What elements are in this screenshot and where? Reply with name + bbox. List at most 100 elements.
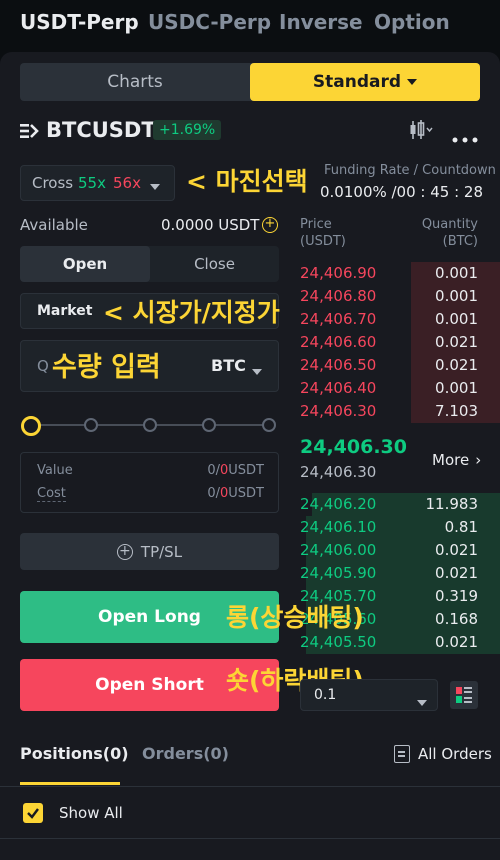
chevron-right-icon: › — [475, 451, 482, 469]
ask-qty: 0.001 — [435, 287, 478, 305]
bid-row[interactable]: 24,406.00 0.021 — [300, 539, 500, 562]
short-leverage: 56x — [113, 174, 141, 192]
bid-price: 24,406.00 — [300, 541, 377, 559]
close-tab[interactable]: Close — [150, 246, 279, 282]
long-leverage: 55x — [78, 174, 106, 192]
standard-tab-label: Standard — [312, 72, 402, 92]
ask-price: 24,406.60 — [300, 333, 377, 351]
bid-row[interactable]: 24,405.50 0.021 — [300, 631, 500, 654]
value-label: Value — [37, 463, 73, 478]
unit-chevron-down-icon — [252, 361, 262, 380]
caret-down-icon — [407, 79, 418, 85]
ask-price: 24,406.90 — [300, 264, 377, 282]
ask-row[interactable]: 24,406.50 0.021 — [300, 354, 500, 377]
orders-tab[interactable]: Orders(0) — [142, 744, 229, 763]
bid-qty: 0.021 — [435, 633, 478, 651]
open-close-toggle: Open Close — [20, 246, 279, 282]
candlestick-settings-icon[interactable] — [409, 119, 433, 141]
more-label: More — [432, 451, 470, 469]
add-funds-icon[interactable]: + — [262, 217, 278, 233]
ask-price: 24,406.30 — [300, 402, 377, 420]
last-price: 24,406.30 — [300, 436, 407, 458]
mark-price: 24,406.30 — [300, 463, 377, 481]
price-header-line2: (USDT) — [300, 234, 346, 249]
bid-qty: 11.983 — [425, 495, 479, 513]
open-tab-label: Open — [62, 255, 108, 273]
market-nav: USDT-Perp USDC-Perp Inverse Option — [0, 0, 500, 48]
slider-step-100[interactable] — [262, 418, 276, 432]
annotation-quantity: 수량 입력 — [52, 352, 161, 383]
funding-rate-value: 0.0100% /00 : 45 : 28 — [320, 183, 484, 201]
show-all-checkbox[interactable] — [23, 803, 43, 823]
bid-row[interactable]: 24,405.90 0.021 — [300, 562, 500, 585]
order-type-value: Market — [37, 303, 93, 319]
bid-price: 24,405.50 — [300, 633, 377, 651]
ask-row[interactable]: 24,406.70 0.001 — [300, 308, 500, 331]
bid-qty: 0.319 — [435, 587, 478, 605]
ask-qty: 0.021 — [435, 356, 478, 374]
quantity-placeholder: Q — [37, 357, 49, 375]
price-header-line1: Price — [300, 217, 332, 232]
divider — [0, 838, 500, 839]
more-link[interactable]: More › — [432, 451, 481, 469]
symbol-name[interactable]: BTCUSDT — [46, 118, 156, 142]
margin-mode-label: Cross — [32, 174, 74, 192]
value-amount: 0/0USDT — [207, 463, 264, 478]
slider-step-50[interactable] — [143, 418, 157, 432]
ask-qty: 7.103 — [435, 402, 478, 420]
orderbook-layout-icon[interactable] — [450, 681, 478, 709]
slider-step-25[interactable] — [84, 418, 98, 432]
active-tab-indicator — [20, 782, 120, 785]
price-change-badge: +1.69% — [153, 120, 222, 140]
document-list-icon — [394, 745, 410, 763]
ask-row[interactable]: 24,406.60 0.021 — [300, 331, 500, 354]
ask-qty: 0.021 — [435, 333, 478, 351]
ask-price: 24,406.40 — [300, 379, 377, 397]
bid-row[interactable]: 24,406.10 0.81 — [300, 516, 500, 539]
quantity-unit[interactable]: BTC — [211, 356, 246, 375]
funding-rate-label: Funding Rate / Countdown — [324, 163, 496, 178]
menu-list-icon[interactable] — [20, 123, 42, 139]
standard-tab[interactable]: Standard — [250, 63, 480, 101]
view-toggle: Charts Standard — [20, 63, 480, 101]
nav-tab-option[interactable]: Option — [374, 10, 450, 34]
open-short-label: Open Short — [95, 675, 204, 695]
precision-value: 0.1 — [314, 687, 337, 703]
annotation-order-type: < 시장가/지정가 — [103, 298, 280, 327]
slider-handle[interactable] — [21, 416, 41, 436]
annotation-margin: < 마진선택 — [186, 167, 308, 196]
margin-mode-select[interactable]: Cross 55x 56x — [20, 165, 175, 201]
charts-tab[interactable]: Charts — [20, 63, 250, 101]
divider — [0, 786, 500, 787]
ask-qty: 0.001 — [435, 264, 478, 282]
bid-price: 24,406.20 — [300, 495, 377, 513]
positions-tab[interactable]: Positions(0) — [20, 744, 129, 763]
order-summary: Value 0/0USDT Cost 0/0USDT — [20, 452, 279, 513]
close-tab-label: Close — [194, 255, 235, 273]
nav-tab-inverse[interactable]: Inverse — [279, 10, 363, 34]
bid-qty: 0.021 — [435, 541, 478, 559]
nav-tab-usdt-perp[interactable]: USDT-Perp — [20, 10, 139, 34]
ask-row[interactable]: 24,406.40 0.001 — [300, 377, 500, 400]
more-options-icon[interactable] — [452, 128, 478, 143]
open-tab[interactable]: Open — [20, 246, 150, 282]
ask-row[interactable]: 24,406.30 7.103 — [300, 400, 500, 423]
nav-tab-usdc-perp[interactable]: USDC-Perp — [148, 10, 271, 34]
bid-row[interactable]: 24,406.20 11.983 — [300, 493, 500, 516]
bid-qty: 0.168 — [435, 610, 478, 628]
tpsl-button[interactable]: + TP/SL — [20, 533, 279, 570]
value-long: 0 — [207, 463, 216, 478]
precision-chevron-icon — [417, 692, 427, 711]
ask-price: 24,406.80 — [300, 287, 377, 305]
ask-price: 24,406.70 — [300, 310, 377, 328]
cost-label[interactable]: Cost — [37, 486, 66, 502]
ask-price: 24,406.50 — [300, 356, 377, 374]
all-orders-link[interactable]: All Orders — [418, 745, 492, 763]
quantity-header: Quantity (BTC) — [422, 216, 478, 250]
bid-qty: 0.81 — [444, 518, 478, 536]
precision-select[interactable]: 0.1 — [300, 679, 438, 711]
ask-row[interactable]: 24,406.80 0.001 — [300, 285, 500, 308]
slider-step-75[interactable] — [202, 418, 216, 432]
ask-row[interactable]: 24,406.90 0.001 — [300, 262, 500, 285]
cost-amount: 0/0USDT — [207, 486, 264, 501]
